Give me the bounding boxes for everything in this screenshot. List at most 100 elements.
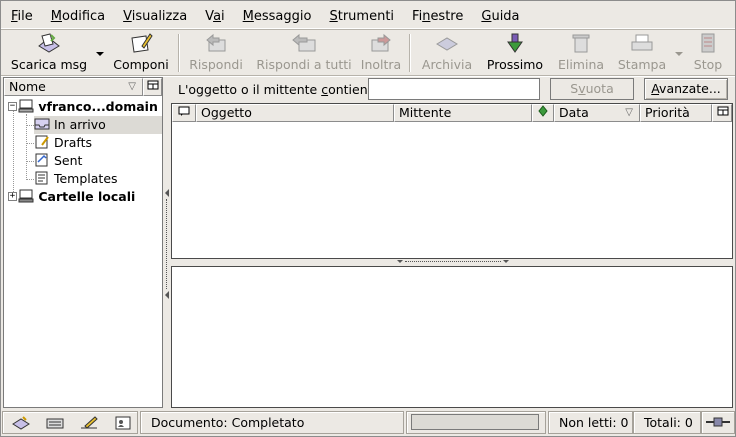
menu-messaggio[interactable]: Messaggio <box>243 9 312 24</box>
tree-guide-line <box>26 161 34 162</box>
message-pane-splitter[interactable] <box>171 259 733 266</box>
stop-icon <box>701 33 715 53</box>
compose-button[interactable]: Componi <box>110 32 172 74</box>
thread-column-header[interactable] <box>172 104 196 122</box>
tree-item-inbox[interactable]: In arrivo <box>34 116 162 134</box>
status-text: Documento: Completato <box>140 411 404 434</box>
toolbar-separator <box>409 34 411 72</box>
splitter-grip-icon <box>397 260 403 263</box>
composer-component-button[interactable] <box>45 415 65 436</box>
splitter-grip-line <box>405 261 501 262</box>
folder-pane[interactable]: Nome ▽ − vfranco...domain In arrivo Draf… <box>3 77 163 408</box>
get-messages-menu-arrow[interactable] <box>96 52 104 56</box>
column-picker-icon <box>717 106 729 116</box>
column-picker-icon <box>147 80 159 90</box>
tree-guide-line <box>13 110 14 196</box>
subject-column-header[interactable]: Oggetto <box>196 104 394 122</box>
search-label: L'oggetto o il mittente contiene: <box>178 82 380 97</box>
toolbar: Scarica msg Componi Rispondi Rispondi a … <box>4 32 732 74</box>
composer-icon <box>46 418 64 429</box>
reply-button[interactable]: Rispondi <box>186 32 246 74</box>
folder-pane-splitter[interactable] <box>163 77 171 408</box>
reply-all-icon <box>292 33 316 52</box>
menu-finestre[interactable]: Finestre <box>412 9 463 24</box>
menu-strumenti[interactable]: Strumenti <box>329 9 394 24</box>
tree-item-sent[interactable]: Sent <box>34 152 82 170</box>
date-column-header[interactable]: Data ▽ <box>554 104 640 122</box>
reply-icon <box>206 33 226 52</box>
priority-column-header[interactable]: Priorità <box>640 104 712 122</box>
column-picker-button[interactable] <box>712 104 732 122</box>
next-arrow-icon <box>507 33 523 53</box>
menu-guida[interactable]: Guida <box>481 9 519 24</box>
tree-guide-line <box>26 125 34 126</box>
column-picker-button[interactable] <box>143 78 162 96</box>
toolbar-separator <box>178 34 180 72</box>
collapse-account-toggle[interactable]: − <box>8 102 17 111</box>
sort-indicator-icon: ▽ <box>625 107 633 118</box>
get-mail-icon <box>38 33 60 53</box>
menu-bar: File Modifica Visualizza Vai Messaggio S… <box>1 4 735 28</box>
address-book-icon <box>115 416 131 430</box>
archive-icon <box>436 37 458 51</box>
tree-item-drafts[interactable]: Drafts <box>34 134 92 152</box>
inbox-icon <box>34 118 50 130</box>
message-list[interactable]: Oggetto Mittente Data ▽ Priorità <box>171 103 733 259</box>
tree-item-templates[interactable]: Templates <box>34 170 118 188</box>
online-status[interactable] <box>701 411 735 434</box>
delete-button[interactable]: Elimina <box>554 32 608 74</box>
sender-column-header[interactable]: Mittente <box>394 104 532 122</box>
print-menu-arrow[interactable] <box>675 52 683 56</box>
total-count: Totali: 0 <box>633 411 701 434</box>
sent-icon <box>35 153 48 167</box>
templates-icon <box>35 171 48 185</box>
printer-icon <box>631 34 653 51</box>
tree-guide-line <box>26 179 34 180</box>
local-folders-icon <box>18 189 34 203</box>
menu-vai[interactable]: Vai <box>205 9 224 24</box>
pen-icon <box>80 416 98 429</box>
get-messages-button[interactable]: Scarica msg <box>8 32 90 74</box>
menubar-separator <box>1 28 735 30</box>
tree-item-local-folders[interactable]: Cartelle locali <box>18 188 135 206</box>
tree-guide-line <box>26 114 27 180</box>
mail-component-button[interactable] <box>11 415 31 436</box>
menu-file[interactable]: File <box>11 9 33 24</box>
expand-local-folders-toggle[interactable]: + <box>8 192 17 201</box>
read-status-icon <box>538 105 548 117</box>
address-book-component-button[interactable] <box>113 415 133 436</box>
splitter-grip-icon <box>165 291 169 299</box>
status-bar: Documento: Completato Non letti: 0 Total… <box>1 410 735 435</box>
tree-guide-line <box>26 143 34 144</box>
editor-component-button[interactable] <box>79 415 99 436</box>
trash-icon <box>572 34 590 53</box>
account-server-icon <box>18 99 34 113</box>
stop-button[interactable]: Stop <box>690 32 726 74</box>
advanced-search-button[interactable]: Avanzate... <box>644 78 728 100</box>
unread-count: Non letti: 0 <box>548 411 633 434</box>
progress-bar <box>411 414 539 430</box>
splitter-grip-line <box>166 199 167 289</box>
read-status-column-header[interactable] <box>532 104 554 122</box>
reply-all-button[interactable]: Rispondi a tutti <box>254 32 354 74</box>
folder-name-column-header[interactable]: Nome ▽ <box>4 78 143 96</box>
drafts-icon <box>35 135 49 149</box>
online-plug-icon <box>706 417 730 427</box>
forward-icon <box>371 33 391 52</box>
mail-icon <box>12 416 30 430</box>
forward-button[interactable]: Inoltra <box>356 32 406 74</box>
splitter-grip-icon <box>503 260 509 263</box>
clear-search-button[interactable]: Svuota <box>550 78 634 100</box>
menu-modifica[interactable]: Modifica <box>51 9 105 24</box>
menu-visualizza[interactable]: Visualizza <box>123 9 187 24</box>
search-input[interactable] <box>368 78 540 100</box>
thread-icon <box>178 106 190 116</box>
next-button[interactable]: Prossimo <box>482 32 548 74</box>
sort-indicator-icon: ▽ <box>128 81 136 92</box>
compose-icon <box>131 33 153 53</box>
archive-button[interactable]: Archivia <box>417 32 477 74</box>
component-bar <box>2 411 138 434</box>
tree-item-account[interactable]: vfranco...domain <box>18 98 158 116</box>
print-button[interactable]: Stampa <box>614 32 670 74</box>
message-preview-pane[interactable] <box>171 266 733 408</box>
